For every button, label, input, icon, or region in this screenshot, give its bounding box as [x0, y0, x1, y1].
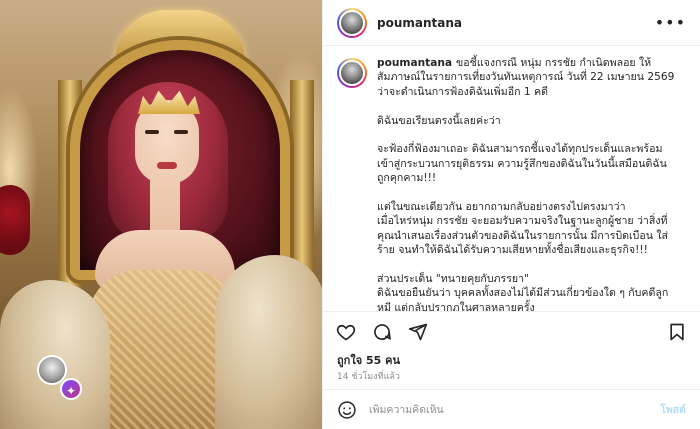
- comment-icon[interactable]: [371, 321, 393, 343]
- caption-username[interactable]: poumantana: [377, 57, 452, 69]
- fur-stole-right: [215, 255, 322, 429]
- caption-author-avatar[interactable]: [337, 58, 367, 88]
- more-options-icon[interactable]: •••: [655, 13, 686, 32]
- comment-composer: โพสต์: [323, 389, 700, 429]
- post-comment-button[interactable]: โพสต์: [660, 401, 686, 418]
- caption-paragraph: ดิฉันขอเรียนตรงนี้เลยค่ะว่า: [377, 114, 501, 127]
- caption-paragraph: จะฟ้องกี่ฟ้องมาเถอะ ดิฉันสามารถชี้แจงได้…: [377, 143, 667, 185]
- woman-eye-right: [174, 130, 188, 134]
- emoji-icon[interactable]: [337, 400, 357, 420]
- post-caption: poumantana ขอชี้แจงกรณี หนุ่ม กรรชัย กำเน…: [377, 56, 677, 311]
- heart-icon[interactable]: [335, 321, 357, 343]
- avatar: [339, 60, 365, 86]
- bookmark-icon[interactable]: [666, 321, 688, 343]
- action-bar: [323, 311, 700, 351]
- caption-paragraph: ส่วนประเด็น "ทนายคุยกับภรรยา" ดิฉันขอยืน…: [377, 273, 669, 311]
- caption-paragraph: แต่ในขณะเดียวกัน อยากถามกลับอย่างตรงไปตร…: [377, 201, 669, 257]
- woman-eye-left: [145, 130, 159, 134]
- woman-lips: [157, 162, 177, 169]
- likes-count[interactable]: ถูกใจ 55 คน: [323, 351, 700, 367]
- author-avatar[interactable]: [337, 7, 367, 38]
- share-icon[interactable]: [407, 321, 429, 343]
- instagram-post: ✦ poumantana ••• poumantana ขอชี้แจงกรณี …: [0, 0, 700, 429]
- post-timestamp[interactable]: 14 ชั่วโมงที่แล้ว: [323, 367, 700, 389]
- author-username[interactable]: poumantana: [377, 16, 462, 30]
- post-photo[interactable]: ✦: [0, 0, 322, 429]
- caption-area: poumantana ขอชี้แจงกรณี หนุ่ม กรรชัย กำเน…: [323, 46, 700, 311]
- comment-input[interactable]: [369, 403, 661, 416]
- avatar: [339, 9, 365, 36]
- collab-badge-icon[interactable]: ✦: [60, 378, 82, 400]
- post-sidebar: poumantana ••• poumantana ขอชี้แจงกรณี หน…: [322, 0, 700, 429]
- post-header: poumantana •••: [323, 0, 700, 46]
- caption-paragraph: poumantana ขอชี้แจงกรณี หนุ่ม กรรชัย กำเน…: [377, 56, 677, 99]
- roses: [0, 185, 30, 255]
